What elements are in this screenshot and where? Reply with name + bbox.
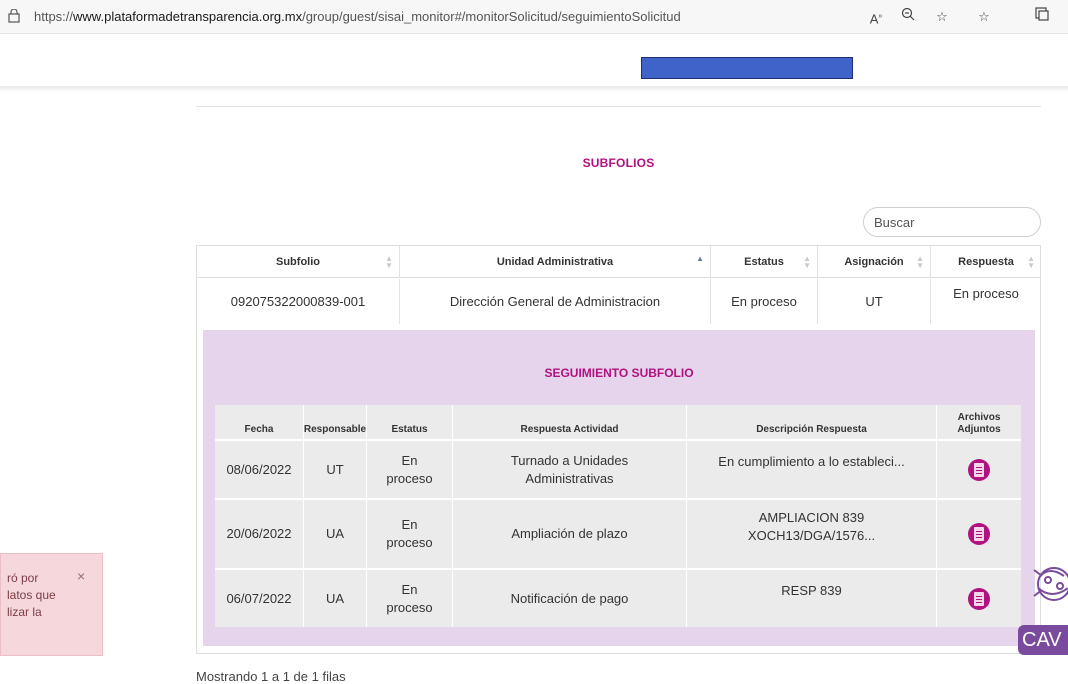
cell-subfolio[interactable]: 092075322000839-001 [197, 279, 400, 324]
cell-descripcion: AMPLIACION 839 XOCH13/DGA/1576... [687, 500, 937, 568]
cell-fecha: 08/06/2022 [215, 441, 304, 498]
sort-icon[interactable]: ▲ ▼ [803, 255, 811, 270]
read-aloud-icon[interactable]: A» [866, 7, 886, 27]
pagination-info: Mostrando 1 a 1 de 1 filas [196, 669, 346, 684]
cell-asignacion: UT [818, 279, 931, 324]
cell-fecha: 06/07/2022 [215, 570, 304, 627]
cell-archivos [937, 500, 1021, 568]
cell-archivos [937, 570, 1021, 627]
cell-archivos [937, 441, 1021, 498]
toast-message: ró por latos que lizar la [7, 571, 56, 619]
cell-descripcion: RESP 839 [687, 570, 937, 627]
seguimiento-title: SEGUIMIENTO SUBFOLIO [544, 366, 694, 380]
col-responsable: Responsable [304, 405, 367, 439]
seguimiento-panel: SEGUIMIENTO SUBFOLIO Fecha Responsable E… [203, 330, 1035, 646]
cell-estatus: En proceso [711, 279, 818, 324]
cell-actividad: Turnado a Unidades Administrativas [453, 441, 687, 498]
table-row: 06/07/2022 UA En proceso Notificación de… [215, 568, 1021, 627]
cell-actividad: Ampliación de plazo [453, 500, 687, 568]
cell-descripcion: En cumplimiento a lo estableci... [687, 441, 937, 498]
cav-label[interactable]: CAV [1018, 625, 1068, 655]
document-icon[interactable] [968, 587, 990, 610]
header-respuesta[interactable]: Respuesta ▲ ▼ [931, 246, 1041, 278]
document-icon[interactable] [968, 523, 990, 545]
header-shadow [0, 86, 1068, 92]
redacted-header-bar [641, 57, 853, 79]
cell-fecha: 20/06/2022 [215, 500, 304, 568]
header-asignacion[interactable]: Asignación ▲ ▼ [818, 246, 931, 278]
browser-address-bar: https://www.plataformadetransparencia.or… [0, 0, 1068, 34]
header-estatus[interactable]: Estatus ▲ ▼ [711, 246, 818, 278]
header-unidad-administrativa[interactable]: Unidad Administrativa ▲ [400, 246, 711, 278]
col-estatus: Estatus [367, 405, 453, 439]
header-subfolio[interactable]: Subfolio ▲ ▼ [197, 246, 400, 278]
sort-icon[interactable]: ▲ ▼ [1027, 255, 1035, 270]
close-icon[interactable]: × [77, 568, 85, 584]
sort-icon[interactable]: ▲ ▼ [916, 255, 924, 270]
favorite-star-icon[interactable]: ☆ [932, 7, 952, 27]
page-info-icon[interactable] [8, 9, 20, 23]
divider [196, 106, 1041, 107]
table-row: 20/06/2022 UA En proceso Ampliación de p… [215, 498, 1021, 568]
cell-unidad: Dirección General de Administracion [400, 279, 711, 324]
zoom-icon[interactable] [898, 7, 918, 27]
document-icon[interactable] [968, 458, 990, 481]
col-archivos-adjuntos: Archivos Adjuntos [957, 412, 1001, 435]
subfolios-title: SUBFOLIOS [582, 156, 655, 170]
search-input[interactable] [863, 207, 1041, 237]
cell-responsable: UT [304, 441, 367, 498]
cell-respuesta: En proceso [953, 286, 1019, 301]
error-toast: ró por latos que lizar la × [0, 553, 103, 656]
sort-icon[interactable]: ▲ ▼ [385, 255, 393, 270]
seguimiento-table: Fecha Responsable Estatus Respuesta Acti… [215, 405, 1021, 627]
col-fecha: Fecha [215, 405, 304, 439]
cell-estatus: En proceso [367, 570, 453, 627]
col-respuesta-actividad: Respuesta Actividad [453, 405, 687, 439]
sort-asc-icon[interactable]: ▲ [696, 255, 704, 263]
collections-icon[interactable] [1032, 7, 1052, 27]
url-field[interactable]: https://www.plataformadetransparencia.or… [34, 9, 681, 24]
table-row: 08/06/2022 UT En proceso Turnado a Unida… [215, 439, 1021, 498]
cell-responsable: UA [304, 500, 367, 568]
subfolios-table: Subfolio ▲ ▼ Unidad Administrativa ▲ Estatu… [196, 245, 1041, 654]
cell-actividad: Notificación de pago [453, 570, 687, 627]
favorites-list-icon[interactable]: ☆ [974, 7, 994, 27]
cell-responsable: UA [304, 570, 367, 627]
cell-estatus: En proceso [367, 441, 453, 498]
cell-estatus: En proceso [367, 500, 453, 568]
col-descripcion-respuesta: Descripción Respuesta [687, 405, 937, 439]
